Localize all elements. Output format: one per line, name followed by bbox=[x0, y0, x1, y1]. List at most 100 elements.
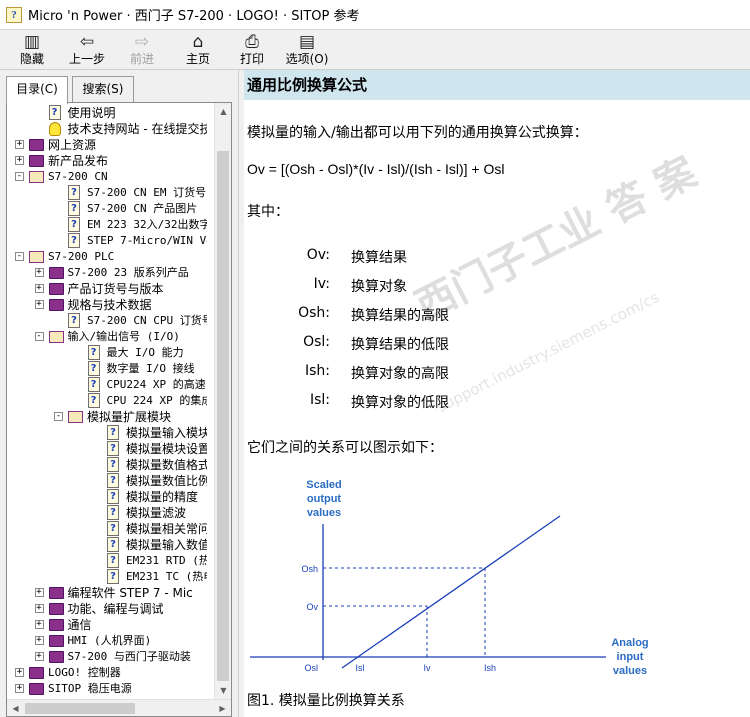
tree-item-label: 使用说明 bbox=[67, 106, 116, 120]
tree-item-label: 模拟量的精度 bbox=[126, 490, 199, 504]
open-book-icon bbox=[29, 171, 44, 183]
page-title: 通用比例换算公式 bbox=[244, 70, 750, 100]
home-button[interactable]: ⌂ 主页 bbox=[178, 32, 218, 68]
back-button[interactable]: ⇦ 上一步 bbox=[64, 32, 110, 68]
definition-key: Osh: bbox=[298, 305, 330, 321]
help-topic-icon: ? bbox=[107, 441, 119, 456]
definition-value: 换算结果的低限 bbox=[351, 337, 449, 353]
x-axis-title-line: input bbox=[617, 651, 644, 663]
scaling-line bbox=[341, 515, 561, 669]
scroll-right-icon[interactable]: ▶ bbox=[214, 700, 231, 716]
closed-book-icon bbox=[48, 603, 64, 615]
tree-item-label: 规格与技术数据 bbox=[67, 298, 152, 312]
definition-key: Ish: bbox=[304, 363, 330, 379]
scroll-left-icon[interactable]: ◀ bbox=[7, 700, 24, 716]
print-button[interactable]: ⎙ 打印 bbox=[232, 32, 272, 68]
intro-text: 模拟量的输入/输出都可以用下列的通用换算公式换算： bbox=[247, 125, 588, 141]
collapse-icon[interactable]: - bbox=[15, 172, 24, 181]
tree-item-label: 数字量 I/O 接线 bbox=[106, 362, 195, 375]
expand-icon[interactable]: + bbox=[15, 140, 24, 149]
help-window: ? Micro 'n Power · 西门子 S7-200 · LOGO! · … bbox=[0, 0, 750, 717]
scroll-down-icon[interactable]: ▼ bbox=[215, 682, 231, 699]
navigation-pane: 目录(C) 搜索(S) ? 使用说明 技术支持网站 - 在线提交技 + 网上资源 + 新产品… bbox=[0, 70, 238, 717]
tree-item-label: 技术支持网站 - 在线提交技 bbox=[67, 122, 208, 136]
tab-contents[interactable]: 目录(C) bbox=[6, 76, 68, 104]
tree-item-label: 模拟量输入模块 bbox=[126, 426, 207, 440]
tree-item-label: STEP 7-Micro/WIN V4.0 bbox=[87, 234, 207, 247]
definition-value: 换算结果的高限 bbox=[351, 308, 449, 324]
definition-value: 换算对象 bbox=[351, 279, 407, 295]
toolbar: ▥ 隐藏 ⇦ 上一步 ⇨ 前进 ⌂ 主页 ⎙ 打印 ▤ 选项(O) bbox=[0, 30, 750, 70]
tree-item-label: 模拟量输入数值 bbox=[126, 538, 207, 552]
content-pane: 通用比例换算公式 西门子工业 答 案 support.industry.siem… bbox=[244, 70, 750, 717]
printer-icon: ⎙ bbox=[245, 32, 259, 52]
watermark-url: support.industry.siemens.com/cs bbox=[434, 287, 663, 417]
tree-item-label: CPU224 XP 的高速 I bbox=[106, 378, 208, 391]
help-topic-icon: ? bbox=[107, 489, 119, 504]
tab-search[interactable]: 搜索(S) bbox=[72, 76, 134, 102]
expand-icon[interactable]: + bbox=[15, 668, 24, 677]
tree-item-label: EM231 TC (热电偶 bbox=[126, 570, 207, 583]
help-topic-icon: ? bbox=[107, 569, 119, 584]
scaling-diagram: Scaled output values Analog input values… bbox=[250, 479, 649, 677]
tree-item-label: 网上资源 bbox=[48, 138, 97, 152]
tree-item-label: 产品订货号与版本 bbox=[67, 282, 164, 296]
figure-caption: 图1. 模拟量比例换算关系 bbox=[247, 693, 405, 709]
closed-book-icon bbox=[48, 299, 64, 311]
scroll-up-icon[interactable]: ▲ bbox=[215, 103, 231, 120]
help-topic-icon: ? bbox=[107, 457, 119, 472]
x-axis-title-line: Analog bbox=[611, 637, 648, 649]
expand-icon[interactable]: + bbox=[34, 620, 44, 629]
tree-item-label: 输入/输出信号 (I/O) bbox=[67, 330, 180, 343]
expand-icon[interactable]: + bbox=[34, 604, 44, 613]
tree-item-label: 通信 bbox=[67, 618, 92, 632]
closed-book-icon bbox=[48, 267, 64, 279]
tree-item-label: S7-200 23 版系列产品 bbox=[67, 266, 189, 279]
help-topic-icon: ? bbox=[87, 345, 100, 360]
definition-key: Iv: bbox=[313, 276, 330, 292]
tree-item-label: CPU 224 XP 的集成模 bbox=[106, 394, 208, 407]
forward-button[interactable]: ⇨ 前进 bbox=[122, 32, 162, 68]
help-topic-icon: ? bbox=[68, 201, 80, 216]
hide-button[interactable]: ▥ 隐藏 bbox=[12, 32, 52, 68]
open-book-icon bbox=[68, 411, 83, 423]
contents-tree-box: ? 使用说明 技术支持网站 - 在线提交技 + 网上资源 + 新产品发布 - S7-200 CN… bbox=[6, 102, 232, 717]
expand-icon[interactable]: + bbox=[15, 156, 24, 165]
expand-icon[interactable]: + bbox=[34, 588, 44, 597]
definition-key: Ov: bbox=[306, 247, 330, 263]
expand-icon[interactable]: + bbox=[34, 284, 44, 293]
title-bar[interactable]: ? Micro 'n Power · 西门子 S7-200 · LOGO! · … bbox=[0, 0, 750, 30]
help-topic-icon: ? bbox=[87, 393, 100, 408]
tree-horizontal-scrollbar[interactable]: ◀ ▶ bbox=[7, 699, 231, 716]
lightbulb-icon bbox=[48, 122, 61, 136]
y-axis-title-line: values bbox=[307, 507, 341, 519]
vertical-scroll-thumb[interactable] bbox=[217, 151, 229, 681]
expand-icon[interactable]: + bbox=[15, 684, 24, 693]
expand-icon[interactable]: + bbox=[34, 636, 44, 645]
expand-icon[interactable]: + bbox=[34, 652, 44, 661]
options-button[interactable]: ▤ 选项(O) bbox=[282, 32, 332, 68]
tree-item-label: 模拟量扩展模块 bbox=[87, 410, 172, 424]
collapse-icon[interactable]: - bbox=[34, 332, 44, 341]
collapse-icon[interactable]: - bbox=[15, 252, 24, 261]
tree-item-label: S7-200 CN bbox=[48, 170, 108, 183]
tree-item-label: S7-200 CN 产品图片 bbox=[87, 202, 198, 215]
help-topic-icon: ? bbox=[107, 553, 119, 568]
expand-icon[interactable]: + bbox=[34, 268, 44, 277]
definition-value: 换算对象的高限 bbox=[351, 366, 449, 382]
help-topic-icon: ? bbox=[107, 537, 119, 552]
arrow-right-icon: ⇨ bbox=[134, 32, 150, 52]
closed-book-icon bbox=[48, 635, 64, 647]
help-topic-icon: ? bbox=[107, 505, 119, 520]
collapse-icon[interactable]: - bbox=[54, 412, 63, 421]
tree-item-label: 最大 I/O 能力 bbox=[106, 346, 184, 359]
osl-label: Osl bbox=[305, 663, 319, 673]
y-axis-title: Scaled output values bbox=[306, 479, 341, 519]
expand-icon[interactable]: + bbox=[34, 300, 44, 309]
tree-item-label: S7-200 PLC bbox=[48, 250, 115, 263]
horizontal-scroll-thumb[interactable] bbox=[25, 703, 135, 714]
options-icon: ▤ bbox=[298, 32, 316, 52]
x-axis-title: Analog input values bbox=[611, 637, 648, 677]
tree-vertical-scrollbar[interactable]: ▲ ▼ bbox=[214, 103, 231, 699]
closed-book-icon bbox=[48, 283, 64, 295]
